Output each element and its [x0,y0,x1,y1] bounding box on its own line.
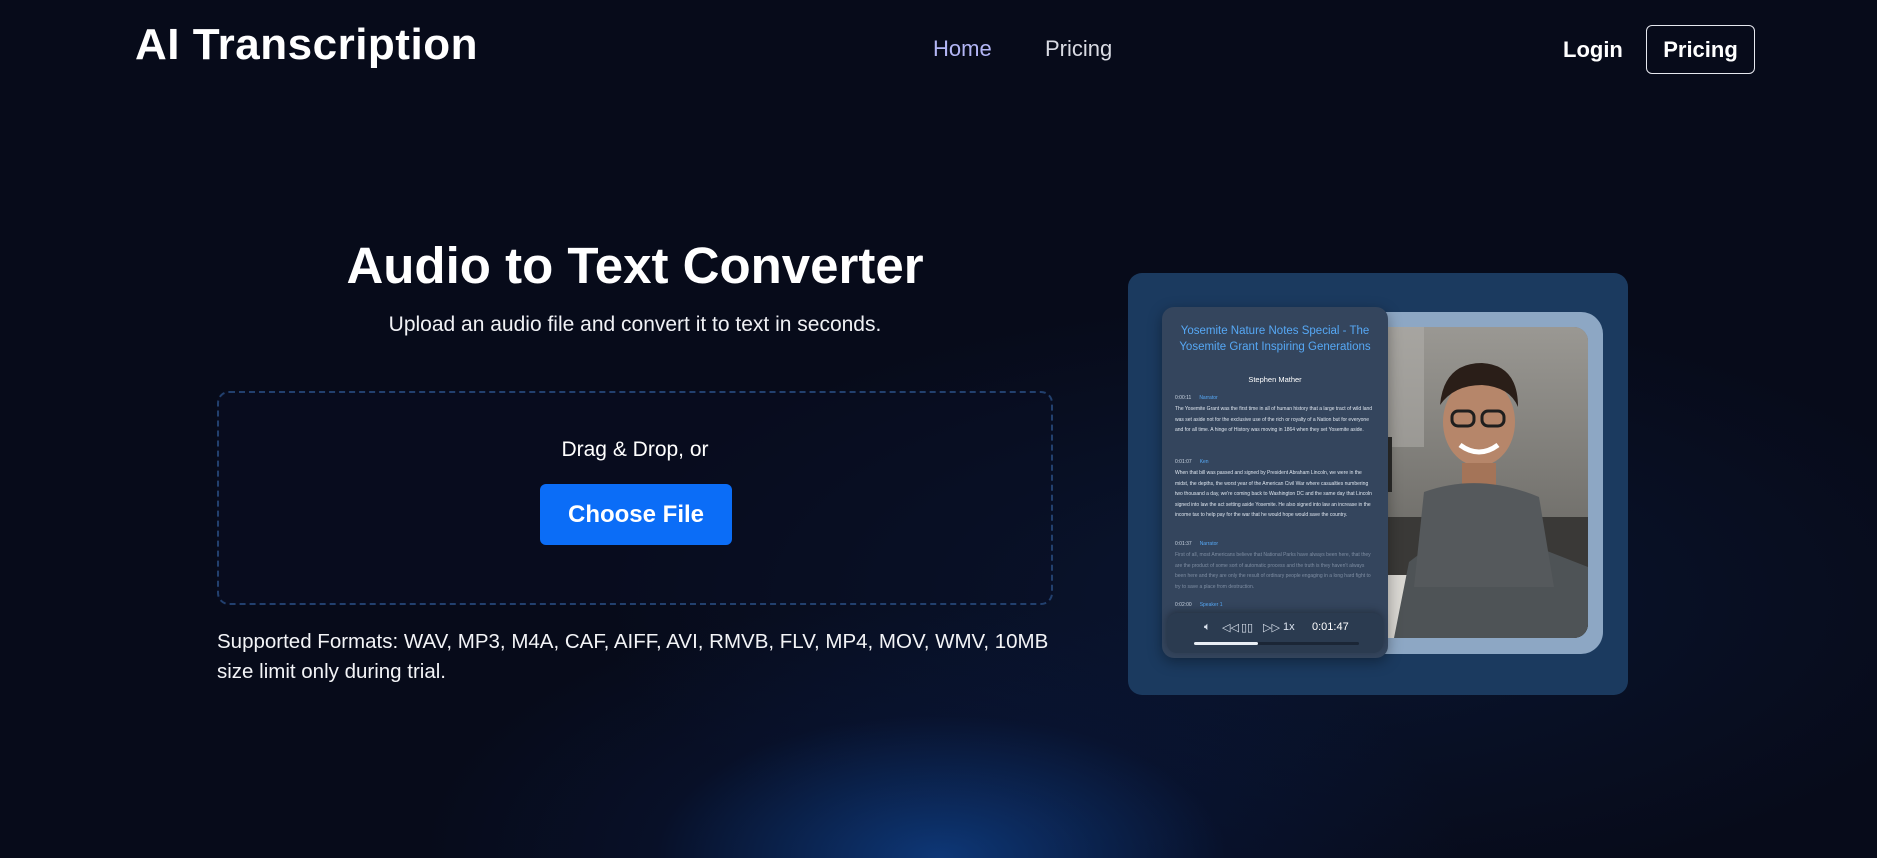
brand-logo[interactable]: AI Transcription [135,20,478,70]
transcript-block: 0:01:07 Ken When that bill was passed and… [1175,459,1375,521]
playback-speed: 1x [1283,621,1295,633]
volume-icon: 🔈︎ [1204,621,1211,633]
login-link[interactable]: Login [1563,37,1623,63]
hero-title: Audio to Text Converter [346,237,924,294]
speaker-label: Ken [1199,459,1209,465]
timestamp: 0:00:11 [1175,395,1192,401]
pause-icon: ▯▯ [1241,622,1254,634]
transcript-card: Yosemite Nature Notes Special - The Yose… [1162,307,1388,658]
playback-time: 0:01:47 [1312,621,1349,633]
transcript-title: Yosemite Nature Notes Special - The Yose… [1179,325,1371,353]
transcript-block: 0:02:00 Speaker 1 [1175,602,1375,608]
transcript-author: Stephen Mather [1248,375,1302,384]
timestamp: 0:01:37 [1175,541,1192,547]
timestamp: 0:02:00 [1175,602,1192,608]
transcript-text: First of all, most Americans believe tha… [1175,552,1371,590]
rewind-icon: ◁◁ [1222,622,1239,634]
speaker-label: Speaker 1 [1199,602,1223,608]
progress-bar [1194,642,1359,645]
audio-player: 🔈︎ ◁◁ ▯▯ ▷▷ 1x 0:01:47 [1167,613,1383,653]
transcript-text: When that bill was passed and signed by … [1175,470,1372,518]
pricing-button[interactable]: Pricing [1646,25,1755,74]
choose-file-button[interactable]: Choose File [540,484,732,545]
hero-subtitle: Upload an audio file and convert it to t… [388,313,882,336]
transcript-block: 0:01:37 Narrator First of all, most Ameri… [1175,541,1375,592]
transcript-block: 0:00:11 Narrator The Yosemite Grant was t… [1175,395,1375,436]
speaker-label: Narrator [1199,395,1218,401]
transcript-text: The Yosemite Grant was the first time in… [1175,406,1373,433]
dropzone-prompt: Drag & Drop, or [561,438,709,461]
file-dropzone[interactable]: Drag & Drop, or Choose File [217,391,1053,605]
nav-home-link[interactable]: Home [933,36,992,62]
fast-forward-icon: ▷▷ [1263,622,1280,634]
timestamp: 0:01:07 [1175,459,1192,465]
supported-formats-note: Supported Formats: WAV, MP3, M4A, CAF, A… [217,630,1049,683]
progress-fill [1194,642,1259,645]
nav-pricing-link[interactable]: Pricing [1045,36,1112,62]
speaker-label: Narrator [1199,541,1219,547]
